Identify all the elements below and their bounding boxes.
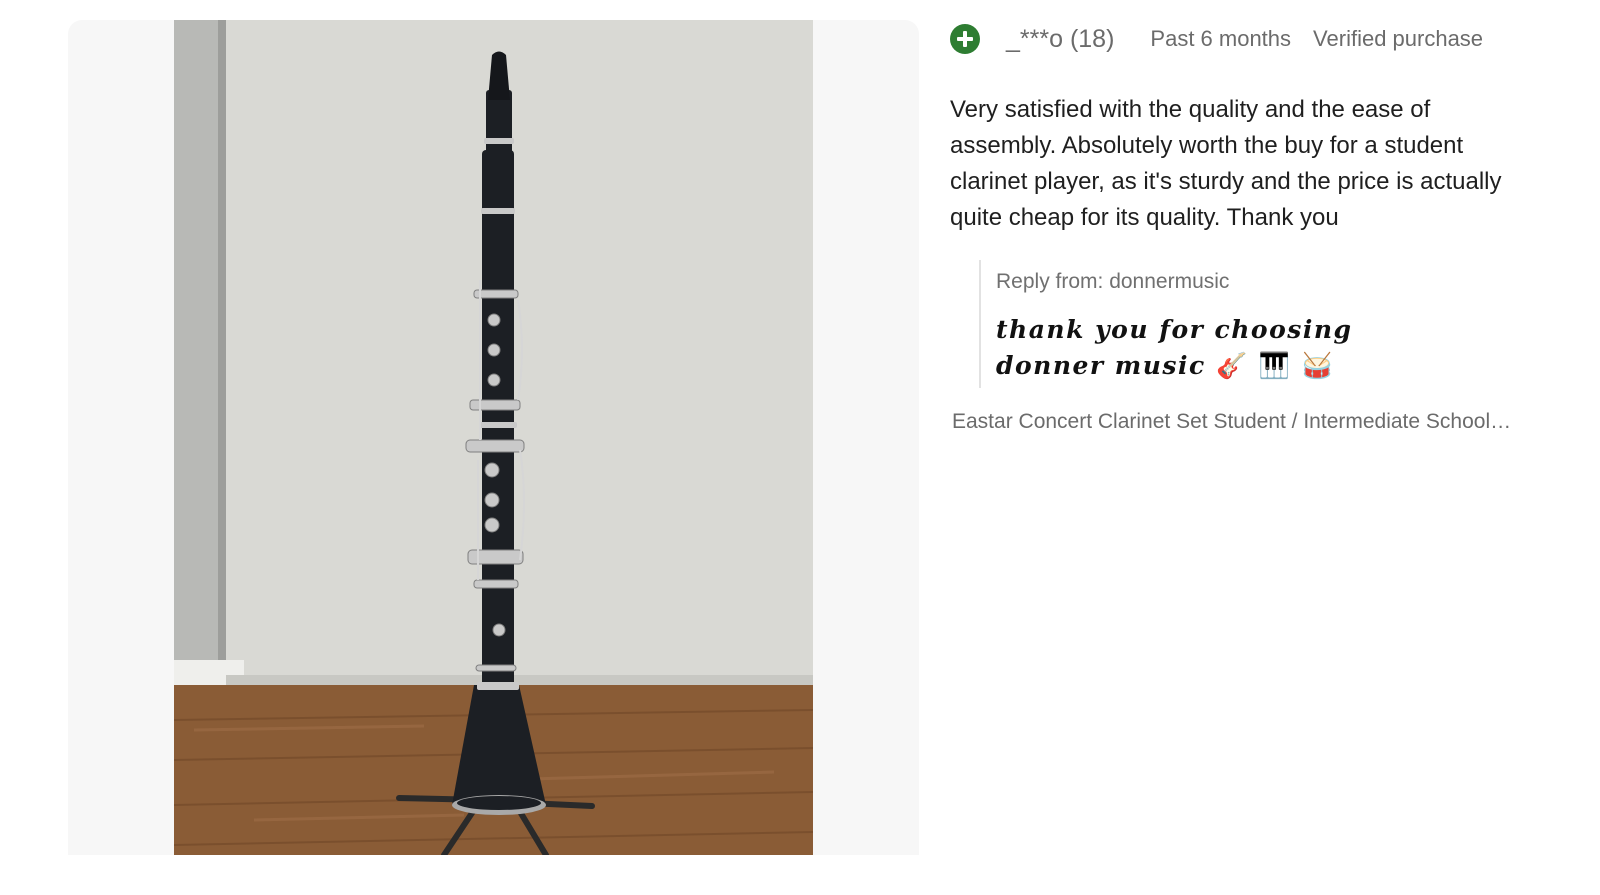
reply-text: thank you for choosing donner music 🎸 🎹 … [996,312,1466,384]
verified-purchase-badge: Verified purchase [1313,26,1484,51]
review-page: _***o (18) Past 6 months Verified purcha… [0,0,1600,895]
product-title-link[interactable]: Eastar Concert Clarinet Set Student / In… [952,410,1512,434]
review-photo[interactable] [174,20,813,855]
seller-reply: Reply from: donnermusic thank you for ch… [979,260,1550,388]
reply-message: thank you for choosing donner music [996,315,1353,380]
review-meta: _***o (18) Past 6 months Verified purcha… [950,20,1550,58]
review-photo-panel[interactable] [68,20,919,855]
reply-label: Reply from: donnermusic [996,270,1230,293]
piano-icon: 🎹 [1258,351,1292,380]
review-text: Very satisfied with the quality and the … [950,96,1502,231]
reviewer-name[interactable]: _***o (18) [1006,25,1114,54]
drum-icon: 🥁 [1301,351,1335,380]
review-time: Past 6 months [1150,26,1292,51]
review-content: _***o (18) Past 6 months Verified purcha… [950,20,1550,434]
plus-circle-icon[interactable] [950,24,980,54]
guitar-icon: 🎸 [1215,351,1249,380]
